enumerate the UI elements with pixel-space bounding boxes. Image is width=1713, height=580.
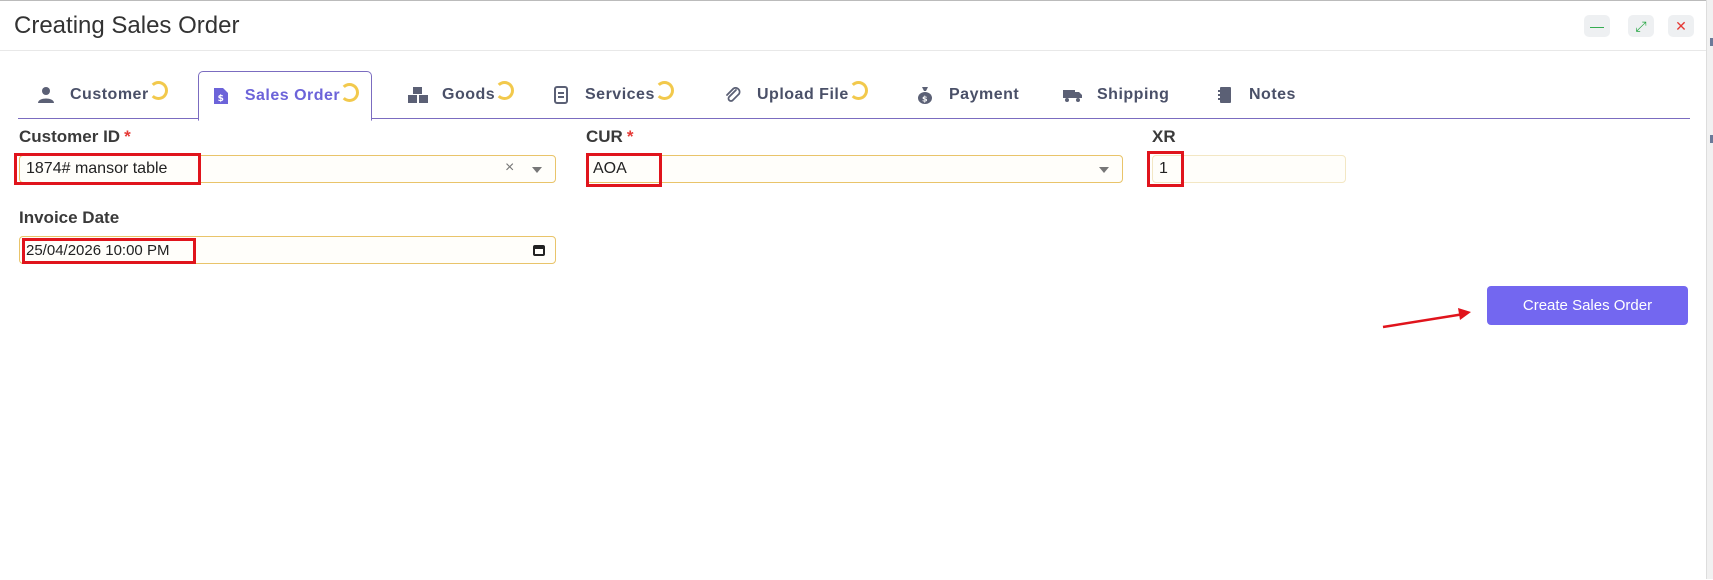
- annotation-highlight-box: [14, 153, 201, 185]
- customer-id-label-text: Customer ID: [19, 127, 121, 146]
- loading-spinner-icon: [654, 81, 674, 100]
- customer-id-label: Customer ID *: [19, 127, 131, 147]
- svg-text:$: $: [217, 94, 224, 104]
- loading-spinner-icon: [148, 81, 168, 100]
- maximize-icon: ⤢: [1635, 17, 1647, 34]
- invoice-date-label: Invoice Date: [19, 208, 120, 227]
- minimize-button[interactable]: —: [1584, 15, 1610, 37]
- tab-customer-label: Customer: [70, 85, 149, 103]
- tab-notes[interactable]: Notes: [1215, 71, 1296, 118]
- tab-sales-order-label: Sales Order: [244, 87, 341, 104]
- chevron-down-icon[interactable]: [1099, 167, 1109, 173]
- cur-label-text: CUR: [586, 127, 623, 146]
- loading-spinner-icon: [340, 82, 360, 102]
- required-marker: *: [626, 127, 634, 146]
- money-bag-icon: $: [915, 85, 935, 105]
- boxes-icon: [408, 85, 428, 105]
- close-icon: ✕: [1675, 17, 1687, 34]
- tab-services[interactable]: Services: [551, 71, 674, 118]
- tab-payment-label: Payment: [949, 85, 1020, 103]
- modal-header: Creating Sales Order — ⤢ ✕: [0, 2, 1706, 51]
- tab-shipping[interactable]: Shipping: [1063, 71, 1169, 118]
- chevron-down-icon[interactable]: [532, 167, 542, 173]
- cur-label: CUR *: [586, 127, 633, 147]
- loading-spinner-icon: [495, 81, 515, 100]
- close-button[interactable]: ✕: [1668, 15, 1694, 37]
- tab-shipping-label: Shipping: [1097, 85, 1170, 103]
- annotation-highlight-box: [586, 153, 662, 187]
- create-sales-order-button[interactable]: Create Sales Order: [1487, 286, 1688, 325]
- tab-services-label: Services: [585, 85, 655, 103]
- tab-customer[interactable]: Customer: [36, 71, 168, 118]
- annotation-highlight-box: [22, 238, 196, 264]
- tab-bar: Customer $ Sales Order Goods Services Up…: [18, 71, 1690, 121]
- paperclip-icon: [723, 85, 743, 105]
- minimize-icon: —: [1590, 18, 1604, 34]
- loading-spinner-icon: [848, 81, 868, 100]
- currency-select[interactable]: AOA: [586, 155, 1123, 183]
- modal-title: Creating Sales Order: [14, 12, 240, 39]
- tab-notes-label: Notes: [1249, 85, 1296, 103]
- xr-label: XR: [1152, 127, 1176, 146]
- invoice-icon: $: [211, 86, 231, 106]
- annotation-arrow-icon: [1382, 308, 1471, 329]
- sales-order-modal: Creating Sales Order — ⤢ ✕ Customer $ Sa…: [0, 0, 1706, 580]
- tab-sales-order[interactable]: $ Sales Order: [198, 71, 372, 121]
- calendar-icon[interactable]: [533, 245, 545, 256]
- truck-icon: [1063, 85, 1083, 105]
- tab-goods-label: Goods: [442, 85, 496, 103]
- tab-upload-file-label: Upload File: [757, 85, 849, 103]
- svg-text:$: $: [922, 94, 928, 103]
- window-edge: [1706, 0, 1713, 579]
- tab-payment[interactable]: $ Payment: [915, 71, 1019, 118]
- document-icon: [551, 85, 571, 105]
- required-marker: *: [124, 127, 131, 146]
- maximize-button[interactable]: ⤢: [1628, 15, 1654, 37]
- tab-upload-file[interactable]: Upload File: [723, 71, 868, 118]
- user-icon: [36, 85, 56, 105]
- annotation-highlight-box: [1147, 151, 1184, 187]
- notebook-icon: [1215, 85, 1235, 105]
- clear-icon[interactable]: ×: [505, 159, 514, 177]
- tab-goods[interactable]: Goods: [408, 71, 515, 118]
